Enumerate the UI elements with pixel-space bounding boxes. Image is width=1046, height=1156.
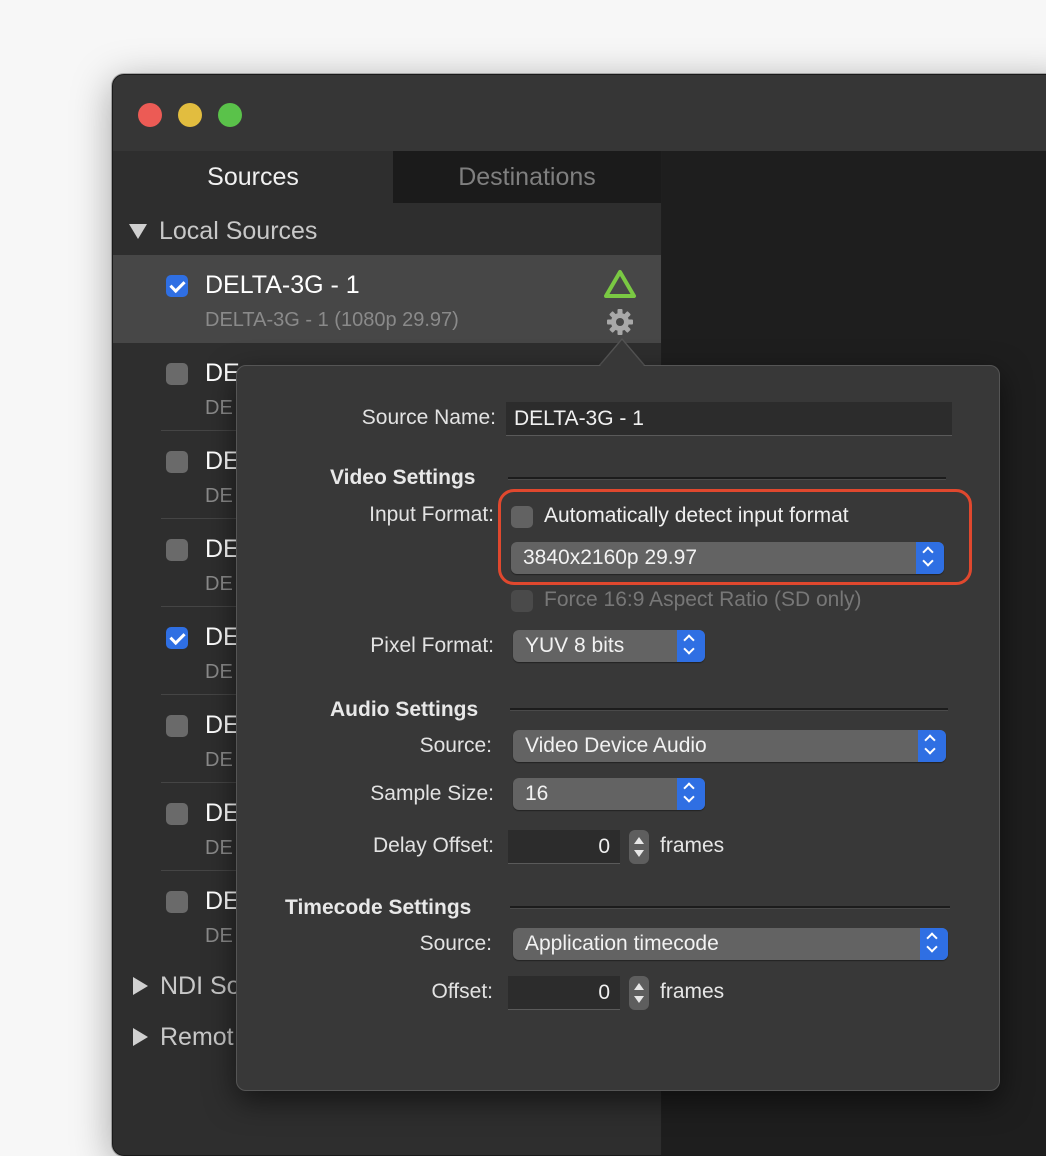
force-aspect-checkbox[interactable] — [511, 590, 533, 612]
audio-source-select[interactable]: Video Device Audio — [513, 730, 946, 762]
source-subtitle: DE — [205, 397, 233, 419]
delay-unit-label: frames — [660, 834, 725, 857]
source-name: DE — [205, 535, 240, 563]
source-name: DE — [205, 799, 240, 827]
delay-offset-stepper[interactable] — [629, 830, 649, 864]
video-settings-divider — [508, 477, 946, 480]
input-format-label: Input Format: — [369, 503, 494, 526]
delay-offset-field[interactable]: 0 — [508, 830, 620, 864]
source-enable-checkbox[interactable] — [166, 363, 188, 385]
gear-icon[interactable] — [605, 307, 635, 337]
offset-label: Offset: — [431, 980, 493, 1003]
timecode-source-select[interactable]: Application timecode — [513, 928, 948, 960]
chevron-updown-icon — [918, 730, 946, 762]
source-name: DE — [205, 359, 240, 387]
audio-source-label: Source: — [419, 734, 492, 757]
source-enable-checkbox[interactable] — [166, 451, 188, 473]
ndi-sources-group[interactable]: NDI So — [129, 969, 241, 1003]
disclosure-right-icon[interactable] — [133, 1028, 148, 1046]
source-subtitle: DE — [205, 749, 233, 771]
chevron-updown-icon — [677, 778, 705, 810]
audio-settings-divider — [510, 708, 948, 711]
source-enable-checkbox[interactable] — [166, 627, 188, 649]
ndi-sources-label: NDI So — [160, 971, 241, 1000]
pixel-format-label: Pixel Format: — [370, 634, 494, 657]
source-subtitle: DE — [205, 573, 233, 595]
sample-size-label: Sample Size: — [370, 782, 494, 805]
source-name: DE — [205, 623, 240, 651]
source-name: DE — [205, 711, 240, 739]
source-subtitle: DE — [205, 925, 233, 947]
timecode-settings-divider — [510, 906, 950, 909]
local-sources-label: Local Sources — [159, 216, 318, 245]
zoom-button[interactable] — [218, 103, 242, 127]
video-settings-header: Video Settings — [330, 466, 476, 489]
sample-size-value: 16 — [525, 782, 549, 805]
pixel-format-value: YUV 8 bits — [525, 634, 625, 657]
sample-size-select[interactable]: 16 — [513, 778, 705, 810]
source-enable-checkbox[interactable] — [166, 803, 188, 825]
tab-sources[interactable]: Sources — [113, 151, 393, 203]
delta-device-icon — [604, 270, 636, 298]
source-enable-checkbox[interactable] — [166, 539, 188, 561]
timecode-offset-field[interactable]: 0 — [508, 976, 620, 1010]
chevron-updown-icon — [920, 928, 948, 960]
force-aspect-label: Force 16:9 Aspect Ratio (SD only) — [544, 588, 862, 611]
source-subtitle: DE — [205, 485, 233, 507]
annotation-highlight — [498, 489, 972, 585]
tab-destinations[interactable]: Destinations — [393, 151, 661, 203]
disclosure-down-icon[interactable] — [129, 223, 147, 239]
source-enable-checkbox[interactable] — [166, 275, 188, 297]
remote-sources-group[interactable]: Remot — [129, 1020, 234, 1054]
timecode-source-label: Source: — [419, 932, 492, 955]
offset-unit-label: frames — [660, 980, 725, 1003]
disclosure-right-icon[interactable] — [133, 977, 148, 995]
source-subtitle: DE — [205, 837, 233, 859]
source-name-label: Source Name: — [361, 406, 496, 429]
minimize-button[interactable] — [178, 103, 202, 127]
chevron-updown-icon — [677, 630, 705, 662]
source-subtitle: DE — [205, 661, 233, 683]
audio-settings-header: Audio Settings — [330, 698, 479, 721]
source-subtitle: DELTA-3G - 1 (1080p 29.97) — [205, 309, 459, 331]
source-name: DE — [205, 887, 240, 915]
source-name-field[interactable]: DELTA-3G - 1 — [506, 402, 952, 436]
remote-sources-label: Remot — [160, 1022, 234, 1051]
source-name: DELTA-3G - 1 — [205, 271, 360, 299]
delay-offset-label: Delay Offset: — [373, 834, 494, 857]
local-sources-group[interactable]: Local Sources — [129, 214, 317, 248]
title-bar — [113, 75, 1046, 152]
source-enable-checkbox[interactable] — [166, 715, 188, 737]
popover-arrow — [600, 340, 644, 366]
audio-source-value: Video Device Audio — [525, 734, 707, 757]
tab-bar: Sources Destinations — [113, 151, 661, 203]
source-enable-checkbox[interactable] — [166, 891, 188, 913]
pixel-format-select[interactable]: YUV 8 bits — [513, 630, 705, 662]
timecode-settings-header: Timecode Settings — [285, 896, 472, 919]
source-row-1[interactable]: DELTA-3G - 1 DELTA-3G - 1 (1080p 29.97) — [113, 255, 661, 343]
source-name: DE — [205, 447, 240, 475]
timecode-offset-stepper[interactable] — [629, 976, 649, 1010]
timecode-source-value: Application timecode — [525, 932, 719, 955]
close-button[interactable] — [138, 103, 162, 127]
